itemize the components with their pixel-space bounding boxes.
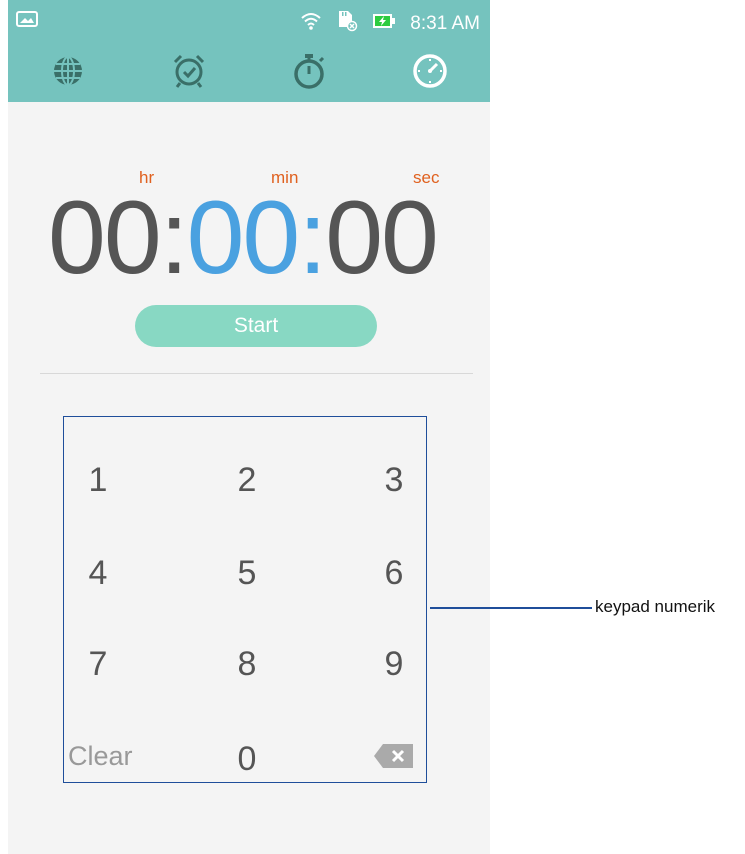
tab-timer[interactable] — [370, 44, 491, 102]
minutes-seconds-separator: : — [298, 180, 327, 296]
key-6[interactable]: 6 — [344, 543, 444, 603]
battery-charging-icon — [372, 12, 396, 35]
callout-label: keypad numerik — [595, 597, 716, 616]
divider — [40, 373, 473, 374]
callout-line — [430, 607, 592, 609]
key-4[interactable]: 4 — [48, 543, 148, 603]
status-icons: 8:31 AM — [300, 10, 480, 37]
hours-minutes-separator: : — [159, 180, 189, 296]
image-icon — [16, 10, 38, 33]
stopwatch-icon — [291, 52, 327, 95]
seconds-value[interactable]: 00 — [325, 180, 439, 296]
tab-stopwatch[interactable] — [249, 44, 370, 102]
minutes-value[interactable]: 00 — [187, 180, 301, 296]
tab-bar — [8, 44, 490, 102]
key-8[interactable]: 8 — [197, 634, 297, 694]
start-button[interactable]: Start — [135, 305, 377, 347]
key-1[interactable]: 1 — [48, 450, 148, 510]
tab-alarm[interactable] — [129, 44, 250, 102]
status-time: 8:31 AM — [410, 12, 480, 34]
key-5[interactable]: 5 — [197, 543, 297, 603]
key-9[interactable]: 9 — [344, 634, 444, 694]
sdcard-icon — [336, 10, 358, 37]
backspace-button[interactable] — [373, 743, 415, 774]
tab-world-clock[interactable] — [8, 44, 129, 102]
timer-display: 00:00:00 — [48, 178, 458, 298]
timer-icon — [411, 52, 449, 95]
key-3[interactable]: 3 — [344, 450, 444, 510]
backspace-icon — [373, 744, 415, 773]
alarm-clock-icon — [171, 53, 207, 94]
wifi-icon — [300, 11, 322, 36]
hours-value[interactable]: 00 — [48, 180, 162, 296]
globe-icon — [51, 54, 85, 93]
key-2[interactable]: 2 — [197, 450, 297, 510]
key-0[interactable]: 0 — [197, 729, 297, 789]
key-7[interactable]: 7 — [48, 634, 148, 694]
clear-button[interactable]: Clear — [68, 726, 168, 786]
status-bar: 8:31 AM — [8, 0, 490, 44]
